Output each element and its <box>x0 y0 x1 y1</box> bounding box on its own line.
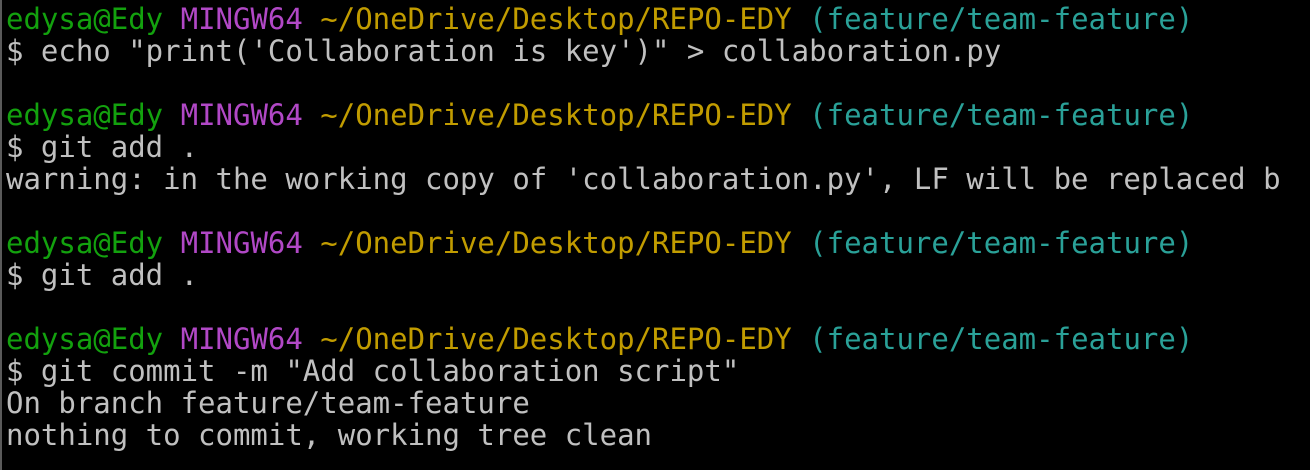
prompt-line: edysa@Edy MINGW64 ~/OneDrive/Desktop/REP… <box>6 3 1193 35</box>
prompt-path: ~/OneDrive/Desktop/REPO-EDY <box>320 98 792 132</box>
prompt-user-host: edysa@Edy <box>6 226 164 260</box>
command-line: $ git commit -m "Add collaboration scrip… <box>6 354 740 388</box>
command-line: $ git add . <box>6 130 199 164</box>
prompt-branch: (feature/team-feature) <box>809 2 1194 36</box>
prompt-line: edysa@Edy MINGW64 ~/OneDrive/Desktop/REP… <box>6 99 1193 131</box>
prompt-line: edysa@Edy MINGW64 ~/OneDrive/Desktop/REP… <box>6 323 1193 355</box>
prompt-user-host: edysa@Edy <box>6 2 164 36</box>
prompt-shell: MINGW64 <box>180 226 303 260</box>
terminal-window[interactable]: edysa@Edy MINGW64 ~/OneDrive/Desktop/REP… <box>0 0 1310 470</box>
prompt-user-host: edysa@Edy <box>6 98 164 132</box>
command-line: $ echo "print('Collaboration is key')" >… <box>6 34 1002 68</box>
prompt-path: ~/OneDrive/Desktop/REPO-EDY <box>320 226 792 260</box>
prompt-branch: (feature/team-feature) <box>809 98 1194 132</box>
prompt-line: edysa@Edy MINGW64 ~/OneDrive/Desktop/REP… <box>6 227 1193 259</box>
prompt-branch: (feature/team-feature) <box>809 226 1194 260</box>
prompt-shell: MINGW64 <box>180 322 303 356</box>
prompt-path: ~/OneDrive/Desktop/REPO-EDY <box>320 322 792 356</box>
command-line: $ git add . <box>6 258 199 292</box>
warning-output: warning: in the working copy of 'collabo… <box>6 162 1281 196</box>
command-output: nothing to commit, working tree clean <box>6 418 653 452</box>
prompt-shell: MINGW64 <box>180 2 303 36</box>
prompt-branch: (feature/team-feature) <box>809 322 1194 356</box>
prompt-shell: MINGW64 <box>180 98 303 132</box>
command-output: On branch feature/team-feature <box>6 386 530 420</box>
prompt-user-host: edysa@Edy <box>6 322 164 356</box>
prompt-path: ~/OneDrive/Desktop/REPO-EDY <box>320 2 792 36</box>
